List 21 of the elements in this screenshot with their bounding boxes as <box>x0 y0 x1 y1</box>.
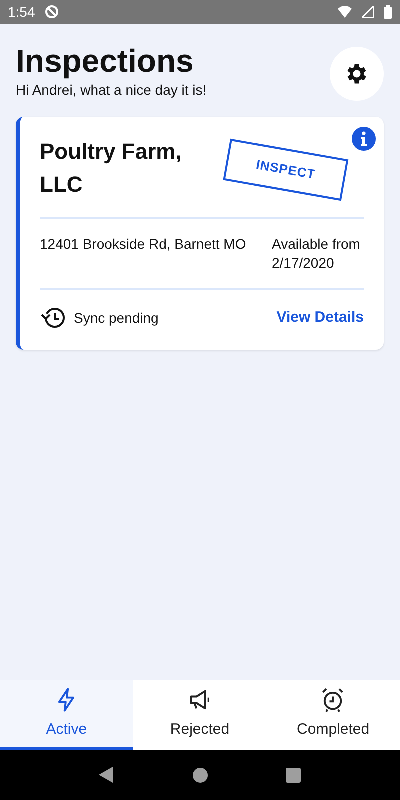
recents-icon[interactable] <box>286 768 301 782</box>
availability-text: Available from 2/17/2020 <box>272 235 362 272</box>
inspect-stamp[interactable]: INSPECT <box>223 139 349 201</box>
home-icon[interactable] <box>193 768 208 782</box>
inspection-card[interactable]: Poultry Farm, LLC INSPECT 12401 Brookside Rd, Barnett MO Available from 2/17/2020 Sync pending View Details <box>16 117 384 350</box>
farm-name: Poultry Farm, LLC <box>40 138 183 200</box>
clock-time: 1:54 <box>8 2 36 22</box>
back-icon[interactable] <box>99 767 115 783</box>
wifi-icon <box>338 6 352 18</box>
history-icon <box>40 306 66 330</box>
tab[interactable]: Active <box>0 680 134 750</box>
sync-off-icon <box>45 5 60 19</box>
sync-status: Sync pending <box>74 308 159 327</box>
view-details-link[interactable]: View Details <box>276 306 364 330</box>
alarm-clock-icon <box>320 686 346 712</box>
info-icon[interactable] <box>352 127 376 152</box>
address-text: 12401 Brookside Rd, Barnett MO <box>40 235 246 254</box>
signal-icon <box>362 6 374 18</box>
battery-icon <box>384 5 392 19</box>
page-title: Inspections <box>16 42 195 80</box>
greeting-text: Hi Andrei, what a nice day it is! <box>16 81 207 100</box>
